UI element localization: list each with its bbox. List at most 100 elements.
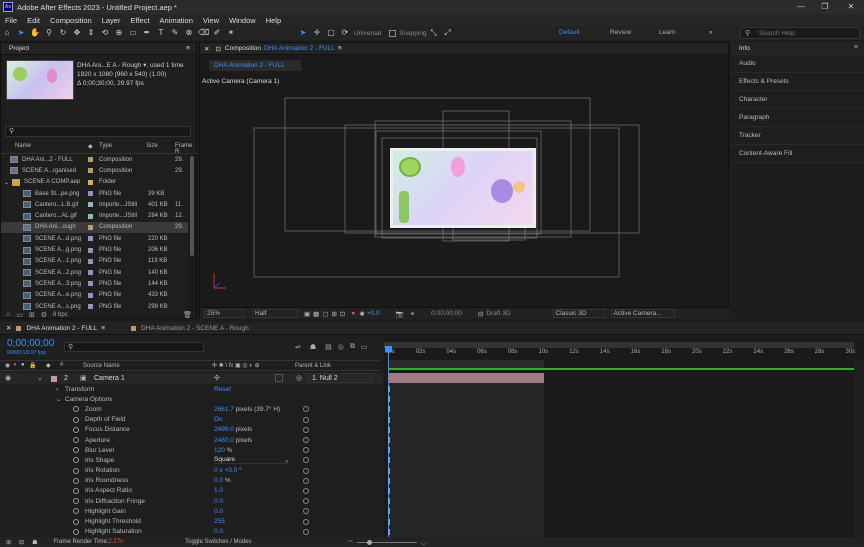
col-parent-link[interactable]: Parent & Link bbox=[295, 363, 331, 369]
brush-tool-icon[interactable]: ✎ bbox=[170, 28, 180, 38]
property-value-group[interactable]: 0.0 bbox=[214, 528, 223, 535]
timeline-tab-menu-icon[interactable]: ≡ bbox=[101, 325, 105, 332]
property-value-group[interactable]: 2661.7 pixels (39.7° H) bbox=[214, 406, 280, 413]
property-row[interactable]: Iris Roundness 0.0 % bbox=[0, 476, 383, 486]
property-value-group[interactable]: On bbox=[214, 416, 223, 423]
property-value-group[interactable]: 2499.0 pixels bbox=[214, 426, 252, 433]
lock-switch-icon[interactable]: 🔒 bbox=[29, 362, 36, 369]
home-icon[interactable]: ⌂ bbox=[2, 28, 12, 38]
exposure-value[interactable]: +0.0 bbox=[367, 310, 380, 317]
search-help-input[interactable] bbox=[759, 29, 857, 38]
expression-pickwhip-icon[interactable] bbox=[303, 467, 309, 474]
view-dropdown[interactable]: Active Camera... bbox=[610, 309, 675, 318]
property-row[interactable]: Highlight Threshold 255 bbox=[0, 516, 383, 526]
guides-icon[interactable]: ⊞ bbox=[331, 310, 336, 318]
folder-expand-icon[interactable]: ⌄ bbox=[4, 179, 9, 186]
project-item[interactable]: Cantero...L.B.gif Importe...JStill 401 KB 1… bbox=[1, 199, 188, 210]
comp-timecode[interactable]: 0;00;00;00 bbox=[431, 310, 462, 317]
keyframe-marker[interactable] bbox=[388, 416, 390, 423]
comp-flowchart-icon[interactable]: ⇌ bbox=[295, 343, 301, 351]
item-label-swatch[interactable] bbox=[88, 236, 93, 242]
timeline-search-box[interactable]: ⚲ bbox=[64, 342, 204, 352]
type-tool-icon[interactable]: T bbox=[156, 28, 166, 38]
col-source-name[interactable]: Source Name bbox=[83, 363, 120, 369]
stopwatch-icon[interactable] bbox=[73, 447, 79, 454]
anchor-tool-icon[interactable]: ⊕ bbox=[114, 28, 124, 38]
property-value-group[interactable]: Square bbox=[214, 456, 288, 465]
panel-info[interactable]: Info bbox=[731, 42, 864, 55]
expression-pickwhip-icon[interactable] bbox=[303, 518, 309, 525]
col-size[interactable]: Size bbox=[146, 143, 158, 149]
expression-pickwhip-icon[interactable] bbox=[303, 426, 309, 433]
pan-tool-icon[interactable]: ✥ bbox=[72, 28, 82, 38]
stopwatch-icon[interactable] bbox=[73, 457, 79, 464]
frame-blend-icon[interactable]: ▤ bbox=[325, 343, 332, 351]
project-item[interactable]: SCENE A...d.png PNG file 220 KB bbox=[1, 233, 188, 244]
time-ruler[interactable]: 00s 02s 04s 06s 08s 10s 12s 14s 16s 18s 20s 22s 24s 2… bbox=[384, 349, 855, 359]
keyframe-marker[interactable] bbox=[388, 457, 390, 464]
panel-audio[interactable]: Audio bbox=[731, 55, 864, 73]
expression-pickwhip-icon[interactable] bbox=[303, 457, 309, 464]
expression-pickwhip-icon[interactable] bbox=[303, 437, 309, 444]
expand-transform-icon[interactable]: › bbox=[56, 386, 58, 393]
keyframe-marker[interactable] bbox=[388, 477, 390, 484]
expression-pickwhip-icon[interactable] bbox=[303, 406, 309, 413]
resolution-dropdown[interactable]: Half bbox=[252, 309, 298, 318]
solo-switch-icon[interactable]: ● bbox=[21, 362, 25, 368]
stopwatch-icon[interactable] bbox=[73, 487, 79, 494]
stopwatch-icon[interactable] bbox=[73, 467, 79, 474]
search-help-box[interactable]: ⚲ bbox=[740, 27, 860, 39]
property-row[interactable]: Iris Diffraction Fringe 0.0 bbox=[0, 496, 383, 506]
property-value-group[interactable]: 0.0 bbox=[214, 508, 223, 515]
bpc-label[interactable]: 8 bpc bbox=[53, 312, 68, 318]
draft3d-icon[interactable]: ⊟ bbox=[478, 310, 483, 318]
switches-header-icons[interactable]: ✣ ✱ \ fx ▣ ◎ ◐ ⊕ bbox=[212, 362, 260, 369]
menu-edit[interactable]: Edit bbox=[27, 16, 40, 25]
universal-label[interactable]: Universal bbox=[354, 30, 381, 37]
video-switch-icon[interactable]: ◉ bbox=[5, 362, 10, 369]
zoom-out-icon[interactable]: ◠ bbox=[348, 539, 353, 546]
stopwatch-icon[interactable] bbox=[73, 518, 79, 525]
stopwatch-icon[interactable] bbox=[73, 437, 79, 444]
magnification-dropdown[interactable]: 25% bbox=[204, 309, 244, 318]
menu-window[interactable]: Window bbox=[229, 16, 256, 25]
workspace-default[interactable]: Default bbox=[559, 29, 580, 36]
property-row[interactable]: Iris Rotation 0 x +0.0 ° bbox=[0, 466, 383, 476]
project-item[interactable]: ⌄ SCENE A COMP.aep Folder bbox=[1, 177, 188, 188]
comp-subtab[interactable]: DHA Animation 2 - FULL bbox=[209, 60, 301, 71]
3d-move-icon[interactable]: ✛ bbox=[312, 28, 322, 38]
panel-effects-presets[interactable]: Effects & Presets bbox=[731, 73, 864, 91]
timeline-tab-2[interactable]: DHA Animation 2 - SCENE A - Rough bbox=[141, 325, 249, 332]
keyframe-marker[interactable] bbox=[388, 508, 390, 515]
project-item[interactable]: SCENE A...2.png PNG file 140 KB bbox=[1, 267, 188, 278]
item-label-swatch[interactable] bbox=[88, 247, 93, 253]
project-item[interactable]: SCENE A...rganised Composition 29. bbox=[1, 165, 188, 176]
lock-icon[interactable]: ⊡ bbox=[215, 45, 220, 53]
zoom-tool-icon[interactable]: ⚲ bbox=[44, 28, 54, 38]
mask-visibility-icon[interactable]: ▢ bbox=[322, 310, 328, 318]
project-item[interactable]: SCENE A...1.png PNG file 119 KB bbox=[1, 256, 188, 267]
property-value-group[interactable]: 1.0 bbox=[214, 487, 223, 494]
expand-layer-icon[interactable]: ⌄ bbox=[37, 374, 43, 382]
show-snapshot-icon[interactable]: ⚭ bbox=[410, 310, 415, 318]
stopwatch-icon[interactable] bbox=[73, 477, 79, 484]
interpret-footage-icon[interactable]: ⌂ bbox=[6, 311, 10, 318]
status-icon-2[interactable]: ⊟ bbox=[19, 539, 24, 546]
project-scroll-thumb[interactable] bbox=[190, 156, 194, 256]
project-item[interactable]: DHA Ani...2 - FULL Composition 29. bbox=[1, 154, 188, 165]
maximize-icon[interactable]: ❐ bbox=[812, 0, 838, 14]
property-row[interactable]: Depth of Field On bbox=[0, 415, 383, 425]
3d-select-icon[interactable]: ➤ bbox=[298, 28, 308, 38]
workspace-review[interactable]: Review bbox=[610, 29, 631, 36]
property-value-group[interactable]: 2460.0 pixels bbox=[214, 437, 252, 444]
property-value[interactable]: 0.0 bbox=[214, 508, 223, 515]
project-search-box[interactable]: ⚲ bbox=[5, 126, 191, 137]
camera-options-group[interactable]: ⌄ Camera Options bbox=[0, 394, 383, 404]
info-menu-icon[interactable]: ≡ bbox=[854, 44, 858, 51]
property-value[interactable]: 1.0 bbox=[214, 487, 223, 494]
time-navigator[interactable] bbox=[384, 342, 854, 348]
layer-shy-icon[interactable]: ✣ bbox=[214, 374, 220, 382]
snap-options-icon[interactable]: ⤢ bbox=[443, 28, 453, 38]
property-row[interactable]: Blur Level 120 % bbox=[0, 445, 383, 455]
project-item[interactable]: DHA Ani...ough Composition 29. bbox=[1, 221, 188, 234]
